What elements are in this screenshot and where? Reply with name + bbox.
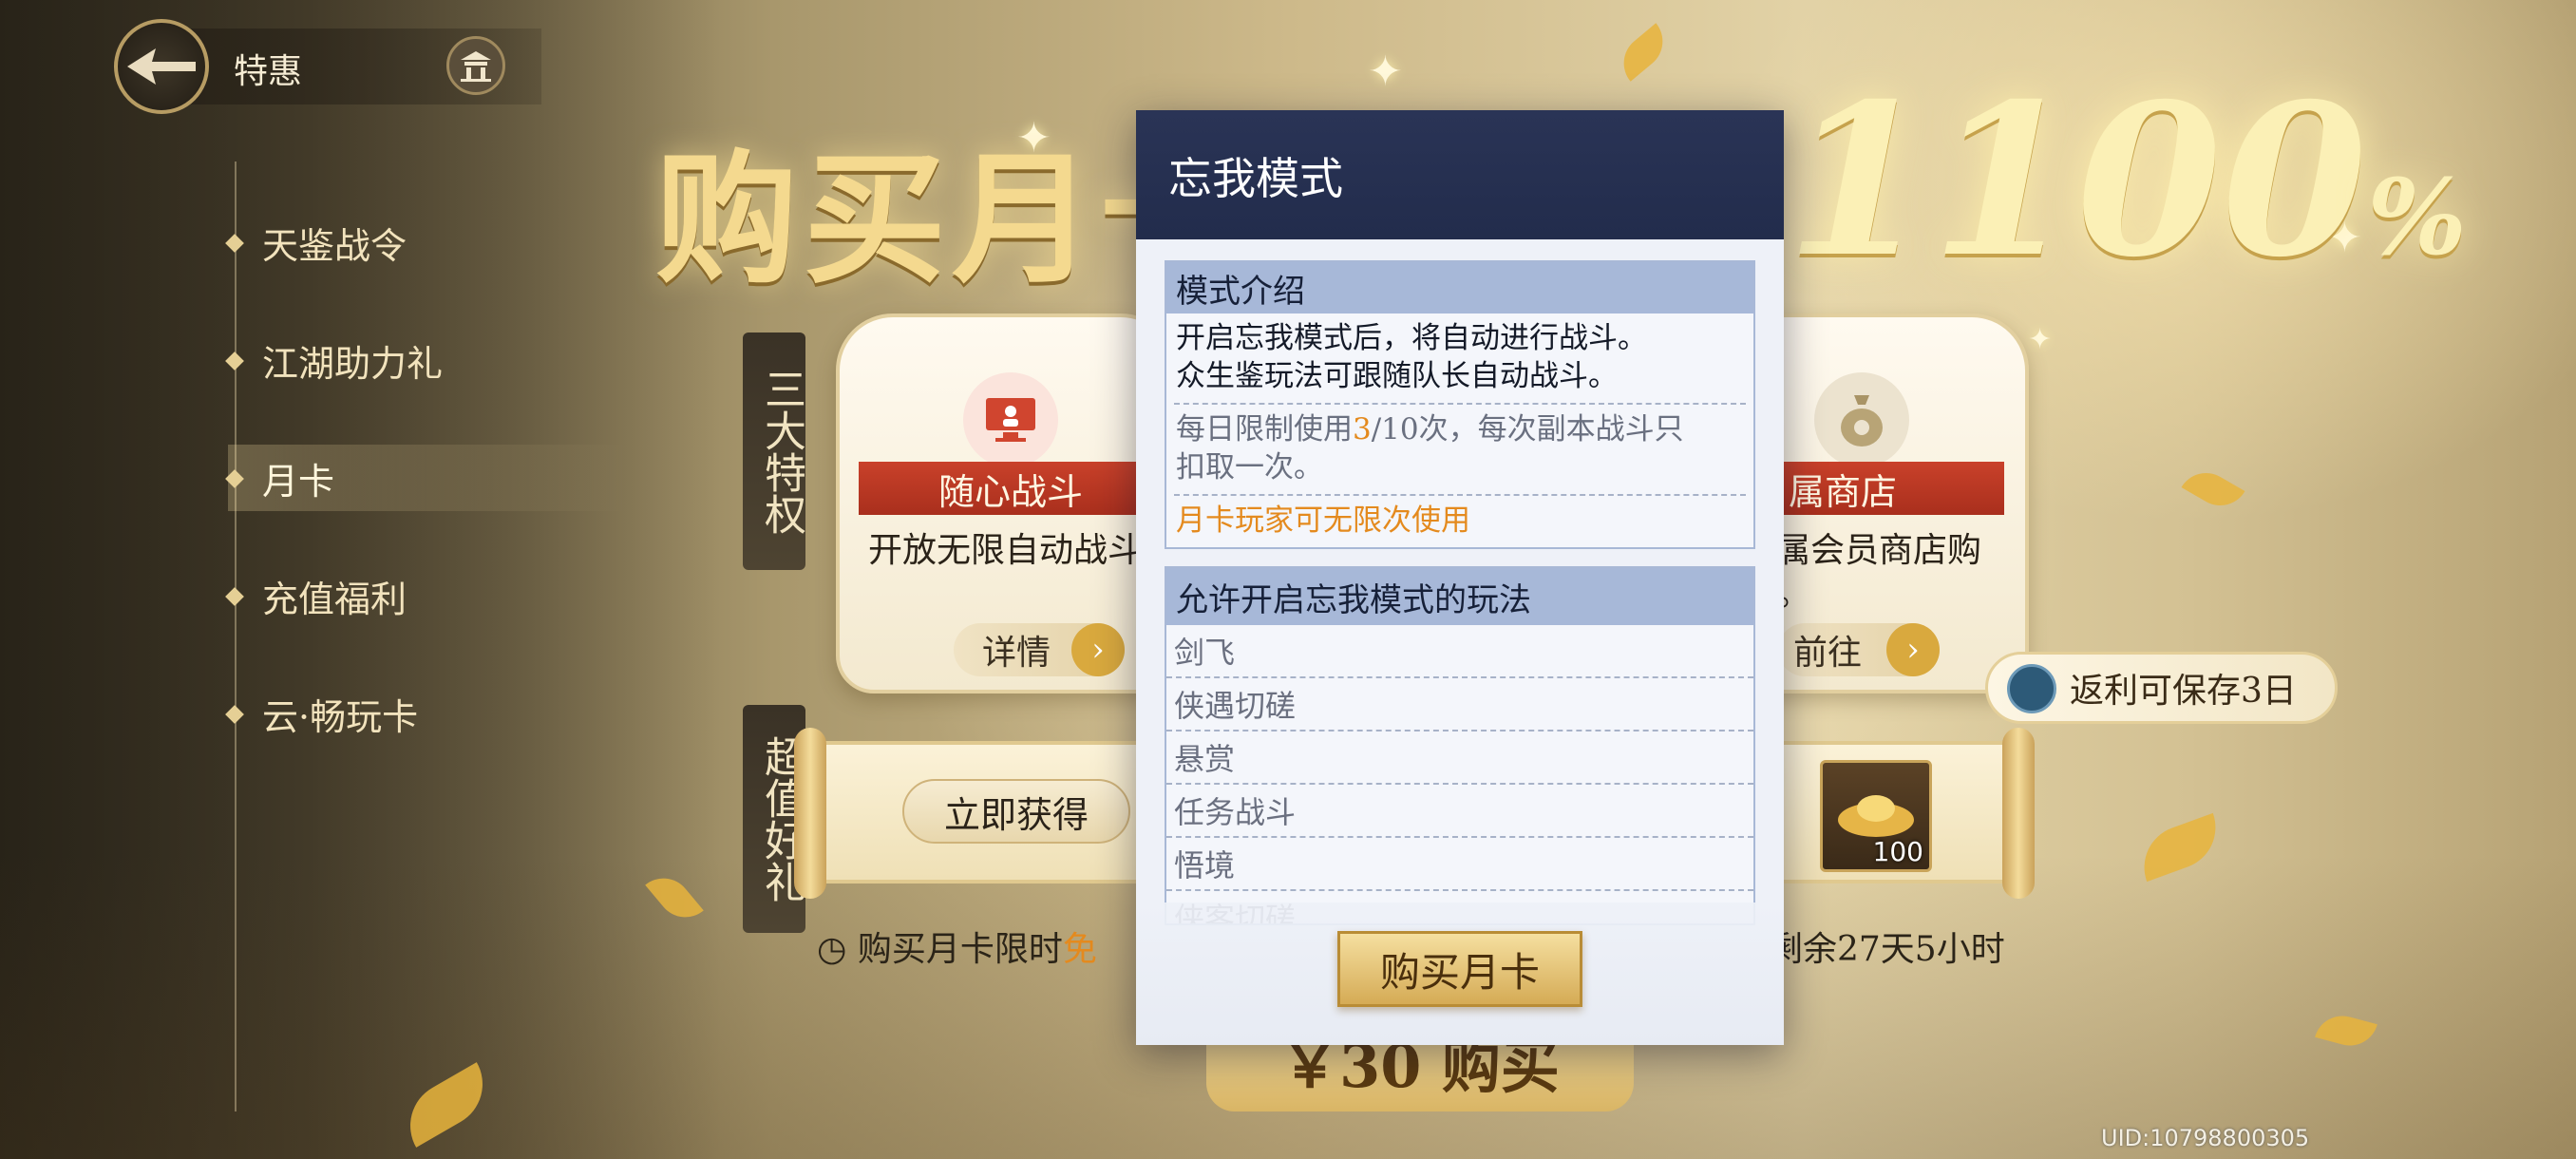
privilege-label: 三大特权 [743,332,805,570]
nav-item-label: 江湖助力礼 [262,343,444,385]
nav-item-label: 云·畅玩卡 [262,696,419,738]
details-button[interactable]: 详情 › [954,623,1125,676]
monitor-icon [963,372,1058,467]
rebate-text: 返利可保存3日 [2070,672,2297,711]
home-icon [461,51,491,82]
nav-item-label: 月卡 [262,461,335,503]
dialog-title: 忘我模式 [1168,153,1343,204]
intro-line: 开启忘我模式后，将自动进行战斗。 [1176,321,1647,355]
privilege-card-battle: 随心战斗 开放无限自动战斗 详情 › [836,314,1178,694]
home-button[interactable] [446,36,505,95]
allowed-modes-list[interactable]: 剑飞 侠遇切磋 悬赏 任务战斗 悟境 侠客切磋 [1166,625,1753,923]
list-item: 任务战斗 [1166,785,1753,838]
chevron-right-icon: › [1071,623,1125,676]
limit-suffix: /10次，每次副本战斗只 [1371,412,1684,446]
nav-item-monthly-card[interactable]: 月卡 [225,452,335,504]
chevron-right-icon: › [1886,623,1940,676]
nav-item-battle-pass[interactable]: 天鉴战令 [225,217,407,269]
back-button[interactable] [114,19,209,114]
mode-intro-section: 模式介绍 开启忘我模式后，将自动进行战斗。 众生鉴玩法可跟随队长自动战斗。 每日… [1165,260,1755,549]
gold-ingot-item[interactable]: 100 [1820,760,1932,872]
go-button[interactable]: 前往 › [1778,623,1940,676]
limit-used-count: 3 [1353,412,1372,446]
limited-offer-highlight: 免 [1062,930,1097,969]
nav-item-label: 充值福利 [262,579,407,620]
intro-description: 开启忘我模式后，将自动进行战斗。 众生鉴玩法可跟随队长自动战斗。 [1166,314,1753,403]
limit-prefix: 每日限制使用 [1176,412,1353,446]
card-description: 属会员商店购 [1776,531,1982,570]
rebate-coin-icon [2007,664,2056,713]
nav-dot-icon [225,351,244,370]
nav-dot-icon [225,586,244,606]
nav-item-label: 天鉴战令 [262,225,407,267]
details-button-label: 详情 [982,634,1051,673]
item-count: 100 [1872,836,1923,867]
clock-icon: ◷ [817,930,847,969]
go-button-label: 前往 [1793,634,1863,673]
sparkle-icon: ✦ [1368,48,1403,96]
nav-item-support-gift[interactable]: 江湖助力礼 [225,334,444,387]
list-item: 悬赏 [1166,732,1753,785]
nav-dot-icon [225,233,244,253]
nav-divider [235,162,237,1112]
list-item: 悟境 [1166,838,1753,891]
vip-unlimited-text: 月卡玩家可无限次使用 [1176,504,1470,538]
nav-item-recharge-benefits[interactable]: 充值福利 [225,570,407,622]
page-title: 特惠 [234,52,303,91]
dialog-footer: 购买月卡 [1136,902,1784,1045]
list-item: 侠遇切磋 [1166,678,1753,732]
mode-dialog: 忘我模式 模式介绍 开启忘我模式后，将自动进行战斗。 众生鉴玩法可跟随队长自动战… [1136,110,1784,1045]
limited-offer-label: 购买月卡限时 [857,930,1063,969]
scroll-rod [794,728,826,899]
buy-monthly-card-button[interactable]: 购买月卡 [1337,931,1582,1007]
section-heading: 模式介绍 [1166,262,1753,314]
money-bag-icon [1814,372,1909,467]
leaf-decoration [2181,463,2245,516]
nav-dot-icon [225,468,244,488]
section-heading: 允许开启忘我模式的玩法 [1166,568,1753,625]
nav-dot-icon [225,704,244,724]
card-ribbon: 随心战斗 [859,462,1163,515]
uid-label: UID:10798800305 [2101,1125,2310,1151]
list-item: 剑飞 [1166,625,1753,678]
usage-limit-text: 每日限制使用3/10次，每次副本战斗只 扣取一次。 [1166,405,1753,494]
scroll-rod [2002,728,2035,899]
card-description: 开放无限自动战斗 [868,531,1143,570]
nav-item-cloud-play-card[interactable]: 云·畅玩卡 [225,688,419,740]
back-arrow-icon [127,48,196,85]
rebate-tag: 返利可保存3日 [1985,652,2338,724]
promo-percent: 1100% [1786,57,2467,303]
intro-line: 众生鉴玩法可跟随队长自动战斗。 [1176,359,1618,393]
promo-percent-sign: % [2367,156,2467,278]
promo-percent-value: 1100 [1786,57,2368,303]
sparkle-icon: ✦ [2028,323,2053,356]
claim-now-button[interactable]: 立即获得 [902,779,1130,844]
allowed-modes-section: 允许开启忘我模式的玩法 剑飞 侠遇切磋 悬赏 任务战斗 悟境 侠客切磋 [1165,566,1755,925]
leaf-decoration [1612,23,1675,82]
dialog-header: 忘我模式 [1136,110,1784,239]
limit-line2: 扣取一次。 [1176,450,1323,484]
limited-offer-text: ◷ 购买月卡限时免 [817,922,1097,971]
